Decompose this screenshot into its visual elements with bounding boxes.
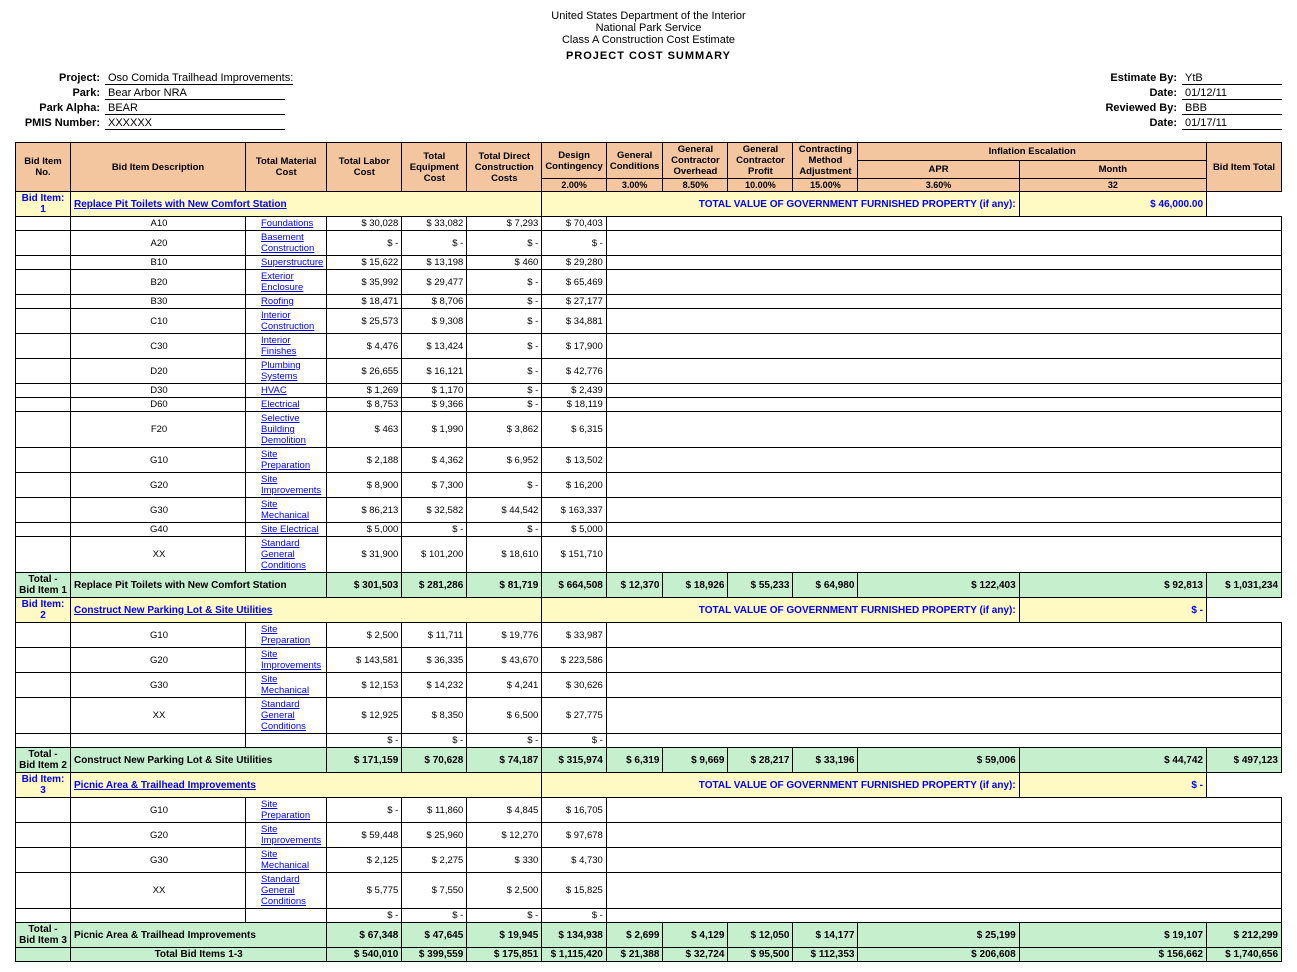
col-header-design: Design Contingency <box>542 143 607 179</box>
gov-prop-value-2: $ - <box>1019 598 1206 623</box>
bid-total-row-1: Total - Bid Item 1Replace Pit Toilets wi… <box>16 573 1282 598</box>
col-subheader-month: Month <box>1019 161 1206 179</box>
date1-label: Date: <box>1072 87 1182 100</box>
header-line1: United States Department of the Interior <box>15 10 1282 22</box>
header-line2: National Park Service <box>15 22 1282 34</box>
bid-item-title-1: Replace Pit Toilets with New Comfort Sta… <box>71 192 542 217</box>
table-row: G10Site Preparation$ 2,500$ 11,711$ 19,7… <box>16 623 1282 648</box>
table-row: $ -$ -$ -$ - <box>16 909 1282 923</box>
estimate-by-label: Estimate By: <box>1072 72 1182 85</box>
pct-design: 2.00% <box>542 179 607 192</box>
reviewed-by-label: Reviewed By: <box>1072 102 1182 115</box>
table-row: G10Site Preparation$ 2,188$ 4,362$ 6,952… <box>16 448 1282 473</box>
col-header-infl: Inflation Escalation <box>858 143 1207 161</box>
bid-total-row-3: Total - Bid Item 3Picnic Area & Trailhea… <box>16 923 1282 948</box>
page-container: United States Department of the Interior… <box>0 0 1297 972</box>
table-row: XXStandard General Conditions$ 31,900$ 1… <box>16 537 1282 573</box>
table-row: B10Superstructure$ 15,622$ 13,198$ 460$ … <box>16 256 1282 270</box>
col-header-total: Bid Item Total <box>1207 143 1282 192</box>
header: United States Department of the Interior… <box>15 10 1282 62</box>
park-value: Bear Arbor NRA <box>105 87 285 100</box>
col-header-mat: Total Material Cost <box>246 143 327 192</box>
table-row: D30HVAC$ 1,269$ 1,170$ -$ 2,439 <box>16 384 1282 398</box>
page-title: PROJECT COST SUMMARY <box>15 50 1282 62</box>
bid-item-header-2: Bid Item: 2Construct New Parking Lot & S… <box>16 598 1282 623</box>
table-row: F20Selective Building Demolition$ 463$ 1… <box>16 412 1282 448</box>
table-row: A10Foundations$ 30,028$ 33,082$ 7,293$ 7… <box>16 217 1282 231</box>
col-header-equip: Total Equipment Cost <box>402 143 467 192</box>
date2-value: 01/17/11 <box>1182 117 1282 130</box>
pct-gcoh: 8.50% <box>663 179 728 192</box>
table-row: D60Electrical$ 8,753$ 9,366$ -$ 18,119 <box>16 398 1282 412</box>
estimate-by-value: YtB <box>1182 72 1282 85</box>
col-header-gcprof: General Contractor Profit <box>728 143 793 179</box>
table-row: G30Site Mechanical$ 86,213$ 32,582$ 44,5… <box>16 498 1282 523</box>
table-row: C10Interior Construction$ 25,573$ 9,308$… <box>16 309 1282 334</box>
pmis-label: PMIS Number: <box>15 117 105 130</box>
bid-item-title-3: Picnic Area & Trailhead Improvements <box>71 773 542 798</box>
gov-prop-label-1: TOTAL VALUE OF GOVERNMENT FURNISHED PROP… <box>542 192 1019 217</box>
project-value: Oso Comida Trailhead Improvements: <box>105 72 293 85</box>
bid-item-number-2: Bid Item: 2 <box>16 598 71 623</box>
col-subheader-apr: APR <box>858 161 1019 179</box>
meta-section: Project: Oso Comida Trailhead Improvemen… <box>15 72 1282 132</box>
table-row: G30Site Mechanical$ 12,153$ 14,232$ 4,24… <box>16 673 1282 698</box>
table-row: G20Site Improvements$ 59,448$ 25,960$ 12… <box>16 823 1282 848</box>
table-row: G20Site Improvements$ 143,581$ 36,335$ 4… <box>16 648 1282 673</box>
table-row: XXStandard General Conditions$ 12,925$ 8… <box>16 698 1282 734</box>
table-row: C30Interior Finishes$ 4,476$ 13,424$ -$ … <box>16 334 1282 359</box>
column-header-row: Bid Item No. Bid Item Description Total … <box>16 143 1282 161</box>
gov-prop-value-1: $ 46,000.00 <box>1019 192 1206 217</box>
cost-summary-table: Bid Item No. Bid Item Description Total … <box>15 142 1282 962</box>
grand-total-row: Total Bid Items 1-3$ 540,010$ 399,559$ 1… <box>16 948 1282 962</box>
table-row: G10Site Preparation$ -$ 11,860$ 4,845$ 1… <box>16 798 1282 823</box>
reviewed-by-value: BBB <box>1182 102 1282 115</box>
col-header-labor: Total Labor Cost <box>327 143 402 192</box>
table-row: B20Exterior Enclosure$ 35,992$ 29,477$ -… <box>16 270 1282 295</box>
table-row: XXStandard General Conditions$ 5,775$ 7,… <box>16 873 1282 909</box>
table-row: G30Site Mechanical$ 2,125$ 2,275$ 330$ 4… <box>16 848 1282 873</box>
col-header-desc: Bid Item Description <box>71 143 246 192</box>
bid-item-number-3: Bid Item: 3 <box>16 773 71 798</box>
meta-left: Project: Oso Comida Trailhead Improvemen… <box>15 72 293 132</box>
col-header-direct: Total Direct Construction Costs <box>467 143 542 192</box>
bid-item-title-2: Construct New Parking Lot & Site Utiliti… <box>71 598 542 623</box>
col-header-gcoh: General Contractor Overhead <box>663 143 728 179</box>
table-row: A20Basement Construction$ -$ -$ -$ - <box>16 231 1282 256</box>
date2-label: Date: <box>1072 117 1182 130</box>
table-row: $ -$ -$ -$ - <box>16 734 1282 748</box>
col-header-gcond: General Conditions <box>606 143 663 179</box>
table-row: G40Site Electrical$ 5,000$ -$ -$ 5,000 <box>16 523 1282 537</box>
bid-item-number-1: Bid Item: 1 <box>16 192 71 217</box>
pct-cma: 15.00% <box>793 179 858 192</box>
table-row: B30Roofing$ 18,471$ 8,706$ -$ 27,177 <box>16 295 1282 309</box>
pct-month: 32 <box>1019 179 1206 192</box>
pct-gcond: 3.00% <box>606 179 663 192</box>
park-alpha-value: BEAR <box>105 102 285 115</box>
park-label: Park: <box>15 87 105 100</box>
park-alpha-label: Park Alpha: <box>15 102 105 115</box>
table-row: G20Site Improvements$ 8,900$ 7,300$ -$ 1… <box>16 473 1282 498</box>
bid-item-header-1: Bid Item: 1Replace Pit Toilets with New … <box>16 192 1282 217</box>
meta-right: Estimate By: YtB Date: 01/12/11 Reviewed… <box>1072 72 1282 132</box>
gov-prop-label-2: TOTAL VALUE OF GOVERNMENT FURNISHED PROP… <box>542 598 1019 623</box>
header-line3: Class A Construction Cost Estimate <box>15 34 1282 46</box>
project-label: Project: <box>15 72 105 85</box>
bid-total-row-2: Total - Bid Item 2Construct New Parking … <box>16 748 1282 773</box>
gov-prop-value-3: $ - <box>1019 773 1206 798</box>
bid-item-header-3: Bid Item: 3Picnic Area & Trailhead Impro… <box>16 773 1282 798</box>
date1-value: 01/12/11 <box>1182 87 1282 100</box>
col-header-bidno: Bid Item No. <box>16 143 71 192</box>
pct-apr: 3.60% <box>858 179 1019 192</box>
pmis-value: XXXXXX <box>105 117 285 130</box>
pct-gcprof: 10.00% <box>728 179 793 192</box>
table-row: D20Plumbing Systems$ 26,655$ 16,121$ -$ … <box>16 359 1282 384</box>
col-header-cma: Contracting Method Adjustment <box>793 143 858 179</box>
gov-prop-label-3: TOTAL VALUE OF GOVERNMENT FURNISHED PROP… <box>542 773 1019 798</box>
